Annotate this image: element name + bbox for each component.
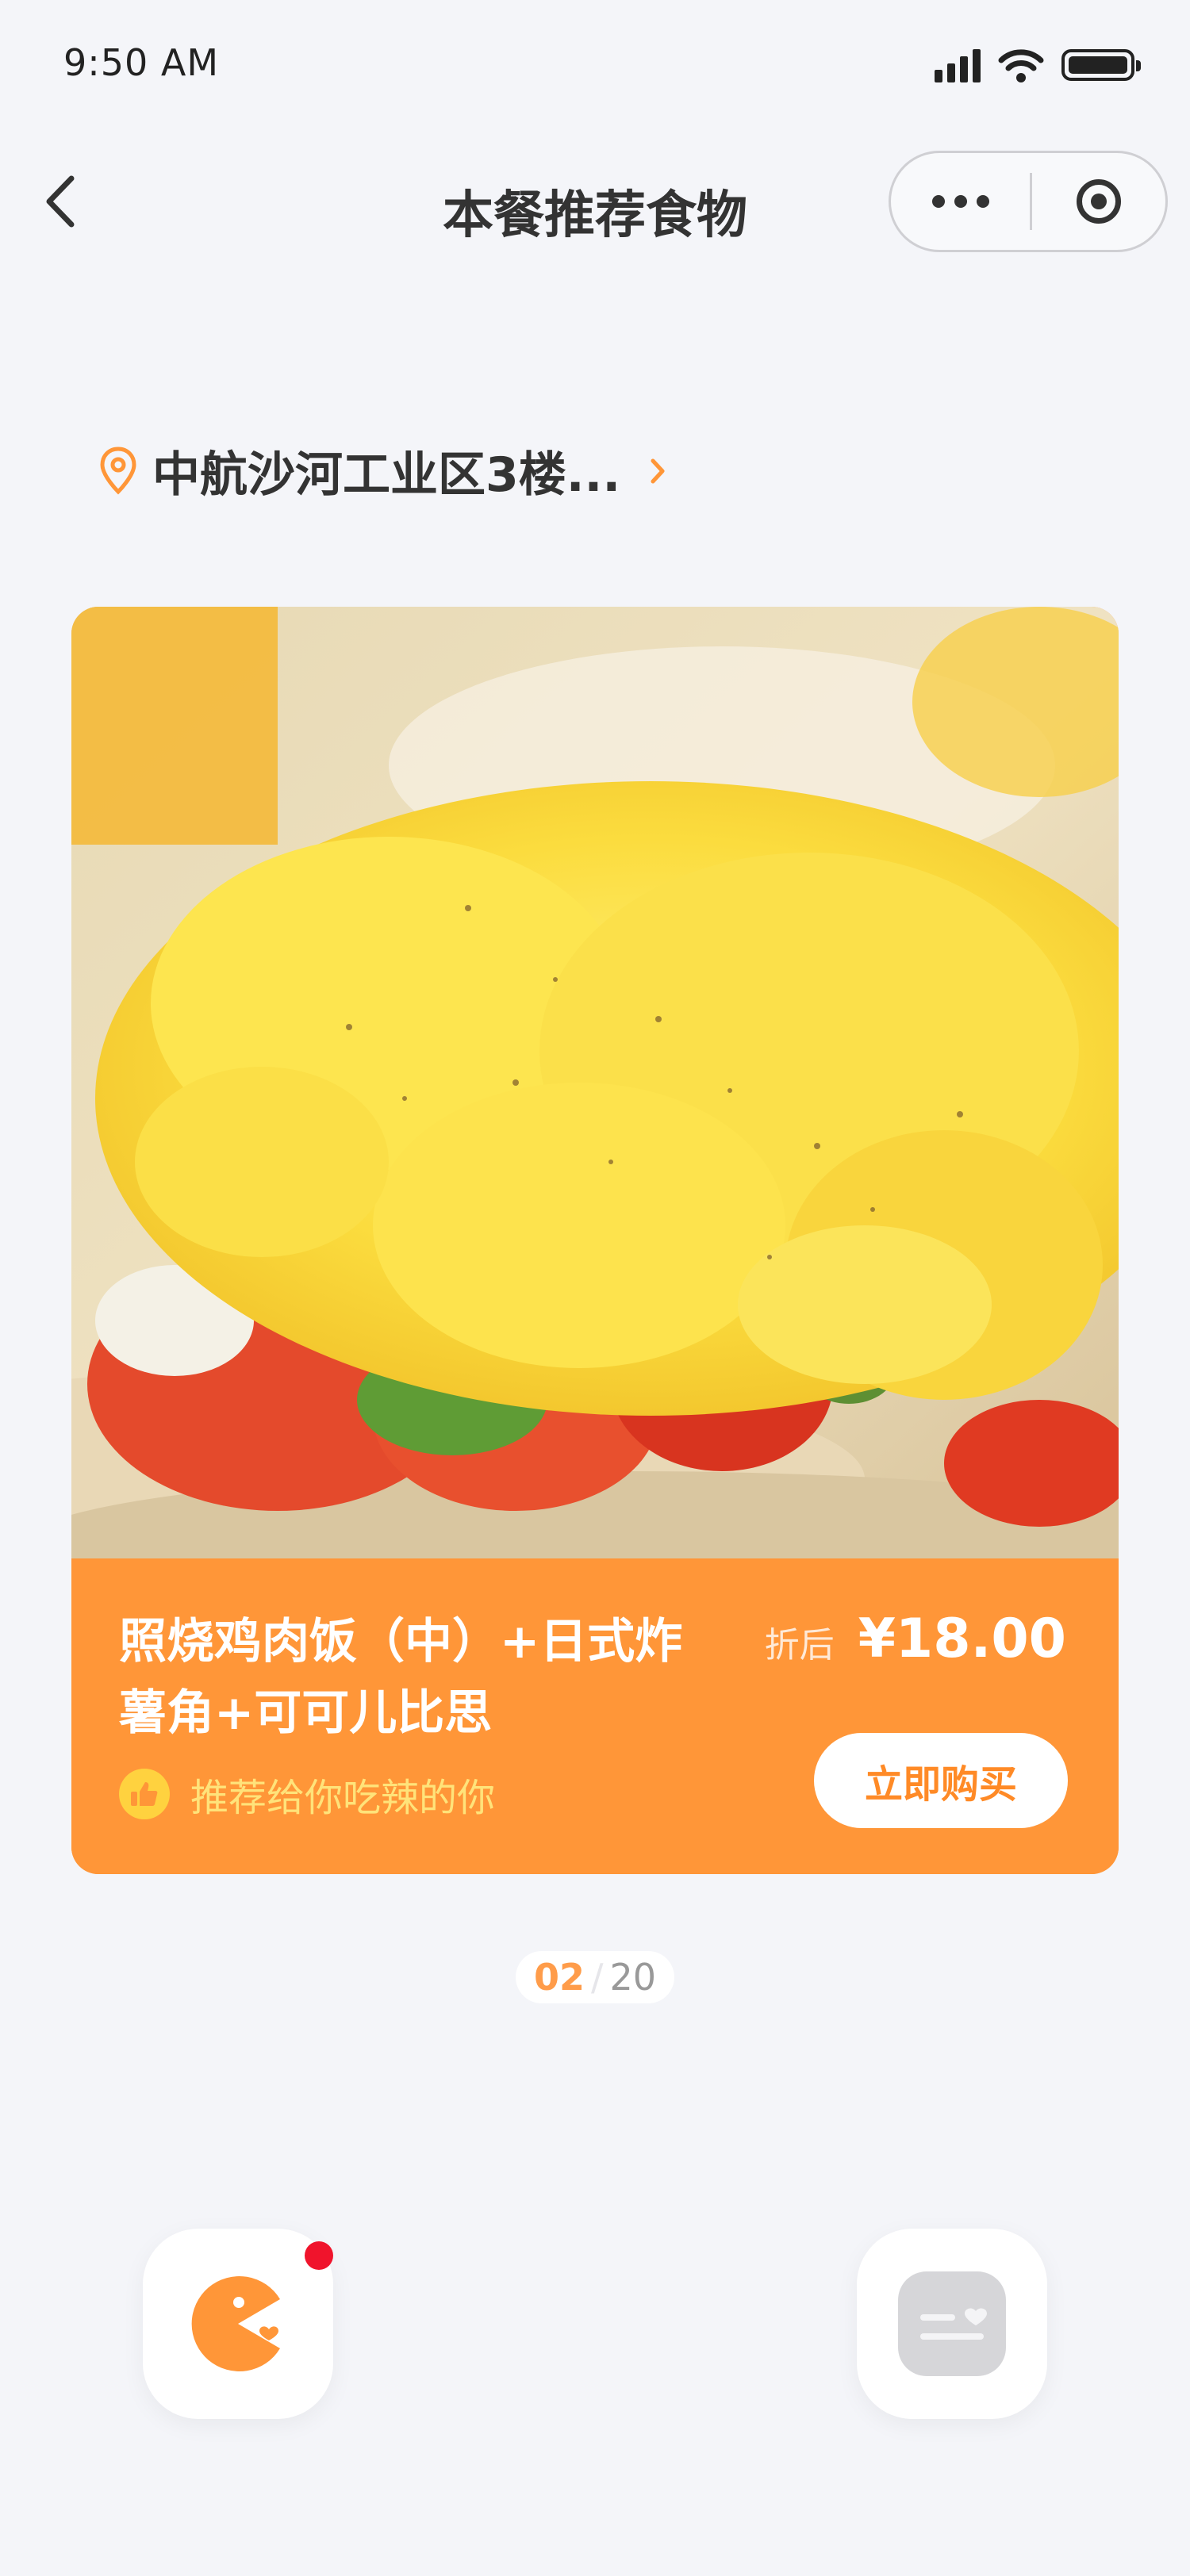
dish-name: 照烧鸡肉饭（中）+日式炸薯角+可可儿比思 <box>119 1614 683 1741</box>
signal-icon <box>935 48 981 82</box>
location-pin-icon <box>100 446 136 495</box>
more-dots-icon <box>931 195 945 208</box>
status-bar: 9:50 AM <box>0 0 1190 135</box>
close-miniprogram-button[interactable] <box>1032 153 1165 250</box>
thumbs-up-icon <box>119 1769 170 1819</box>
location-address: 中航沙河工业区3楼... <box>152 447 621 503</box>
pager-separator: / <box>590 1956 604 1999</box>
more-button[interactable] <box>891 153 1030 250</box>
menu-capsule <box>889 151 1168 252</box>
price-block: 折后 ¥18.00 <box>765 1608 1066 1670</box>
food-image <box>71 607 1119 1558</box>
wifi-icon <box>998 49 1044 82</box>
recommend-text: 推荐给你吃辣的你 <box>190 1776 496 1820</box>
food-game-button[interactable] <box>143 2229 333 2419</box>
buy-now-button[interactable]: 立即购买 <box>814 1733 1068 1828</box>
card-heart-icon <box>898 2271 1006 2376</box>
battery-icon <box>1061 49 1141 81</box>
pacman-heart-icon <box>191 2276 280 2371</box>
price-label: 折后 <box>764 1625 835 1666</box>
chevron-right-icon <box>651 458 665 483</box>
food-card[interactable]: 照烧鸡肉饭（中）+日式炸薯角+可可儿比思 推荐给你吃辣的你 折后 ¥18.00 … <box>71 607 1119 1874</box>
status-icons <box>935 48 1141 82</box>
recommend-tag: 推荐给你吃辣的你 <box>119 1766 495 1822</box>
favorites-card-button[interactable] <box>857 2229 1047 2419</box>
pager-current: 02 <box>533 1956 585 1999</box>
pager-total: 20 <box>609 1956 657 1999</box>
target-circle-icon <box>1077 179 1121 224</box>
price-value: ¥18.00 <box>858 1608 1066 1670</box>
card-info: 照烧鸡肉饭（中）+日式炸薯角+可可儿比思 推荐给你吃辣的你 折后 ¥18.00 … <box>71 1558 1119 1874</box>
notification-dot <box>305 2241 333 2270</box>
location-selector[interactable]: 中航沙河工业区3楼... <box>98 436 666 505</box>
navigation-bar: 本餐推荐食物 <box>0 143 1190 270</box>
page-indicator: 02 / 20 <box>516 1951 674 2003</box>
status-time: 9:50 AM <box>63 41 220 84</box>
